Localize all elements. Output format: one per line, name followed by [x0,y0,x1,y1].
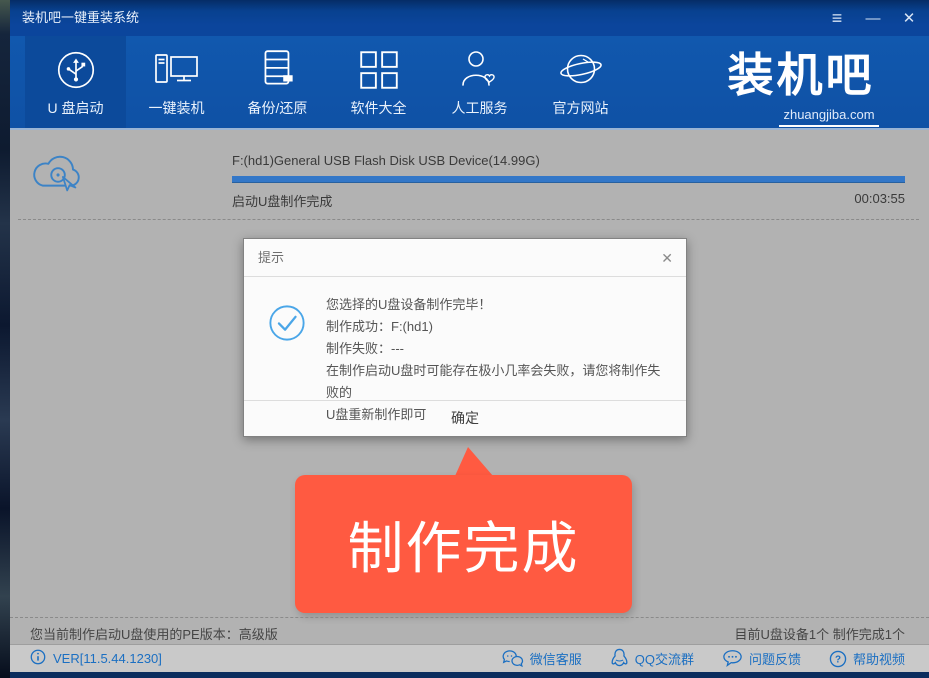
svg-text:?: ? [835,654,841,665]
version-info[interactable]: VER[11.5.44.1230] [10,649,162,668]
desktop-background-strip [0,0,10,678]
help-video-link[interactable]: ? 帮助视频 [829,648,905,669]
window-bottom-border [10,672,929,678]
footer-bar: VER[11.5.44.1230] 微信客服 [10,644,929,672]
brand-logo-domain: zhuangjiba.com [779,107,878,127]
software-icon [356,47,402,93]
footer-link-label: 帮助视频 [853,649,905,668]
main-nav: U 盘启动 一键装机 [10,36,929,130]
status-bar: 您当前制作启动U盘使用的PE版本：高级版 目前U盘设备1个 制作完成1个 [10,617,929,644]
window-title: 装机吧一键重装系统 [22,0,139,36]
dialog-title: 提示 [258,239,284,277]
service-icon [456,47,504,93]
device-label: F:(hd1)General USB Flash Disk USB Device… [232,153,540,168]
completion-callout-text: 制作完成 [348,504,580,585]
dialog-line: 您选择的U盘设备制作完毕！ [326,294,670,316]
brand-logo-text: 装机吧 [703,46,899,106]
wechat-icon [502,649,524,668]
wechat-support-link[interactable]: 微信客服 [502,648,582,669]
footer-link-label: 问题反馈 [749,649,801,668]
device-count-status: 目前U盘设备1个 制作完成1个 [735,624,905,643]
footer-link-label: QQ交流群 [635,649,694,668]
nav-item-one-click-install[interactable]: 一键装机 [126,36,227,128]
backup-icon [255,47,301,93]
nav-label: 一键装机 [149,98,205,118]
cloud-disk-icon [30,146,88,207]
qq-icon [610,648,629,669]
nav-label: 软件大全 [351,98,407,118]
nav-item-software[interactable]: 软件大全 [328,36,429,128]
nav-label: 官方网站 [553,98,609,118]
result-dialog: 提示 ✕ 您选择的U盘设备制作完毕！ 制作成功：F:(hd1) 制作失败：---… [243,238,687,437]
ok-button[interactable]: 确定 [244,400,686,436]
titlebar: 装机吧一键重装系统 ≡ — ✕ [10,0,929,36]
window-controls: ≡ — ✕ [827,0,919,36]
dialog-header: 提示 ✕ [244,239,686,277]
info-icon [30,649,46,668]
section-divider [18,219,919,220]
qq-group-link[interactable]: QQ交流群 [610,648,694,669]
nav-item-support[interactable]: 人工服务 [429,36,530,128]
app-window: 装机吧一键重装系统 ≡ — ✕ [10,0,929,678]
menu-icon[interactable]: ≡ [827,9,847,27]
elapsed-time: 00:03:55 [854,191,905,206]
pe-version-status: 您当前制作启动U盘使用的PE版本：高级版 [30,624,278,643]
feedback-icon [722,649,743,668]
nav-label: U 盘启动 [48,98,104,118]
nav-label: 备份/还原 [248,98,308,118]
dialog-line: 在制作启动U盘时可能存在极小几率会失败，请您将制作失败的 [326,360,670,404]
completion-callout: 制作完成 [295,475,632,613]
version-label: VER[11.5.44.1230] [53,651,162,666]
footer-link-label: 微信客服 [530,649,582,668]
dialog-close-icon[interactable]: ✕ [661,239,673,277]
feedback-link[interactable]: 问题反馈 [722,648,801,669]
nav-item-backup-restore[interactable]: 备份/还原 [227,36,328,128]
nav-item-website[interactable]: 官方网站 [530,36,631,128]
computer-icon [152,47,202,93]
dialog-line: 制作成功：F:(hd1) [326,316,670,338]
nav-item-usb-boot[interactable]: U 盘启动 [25,36,126,128]
help-icon: ? [829,650,847,668]
website-icon [557,47,605,93]
brand-logo[interactable]: 装机吧 zhuangjiba.com [703,46,899,127]
progress-bar [232,176,905,183]
progress-status: 启动U盘制作完成 [232,191,332,210]
close-icon[interactable]: ✕ [899,11,919,26]
footer-links: 微信客服 QQ交流群 [502,648,929,669]
nav-label: 人工服务 [452,98,508,118]
progress-bar-fill [232,176,905,183]
dialog-line: 制作失败：--- [326,338,670,360]
minimize-icon[interactable]: — [863,11,883,26]
usb-icon [53,47,99,93]
